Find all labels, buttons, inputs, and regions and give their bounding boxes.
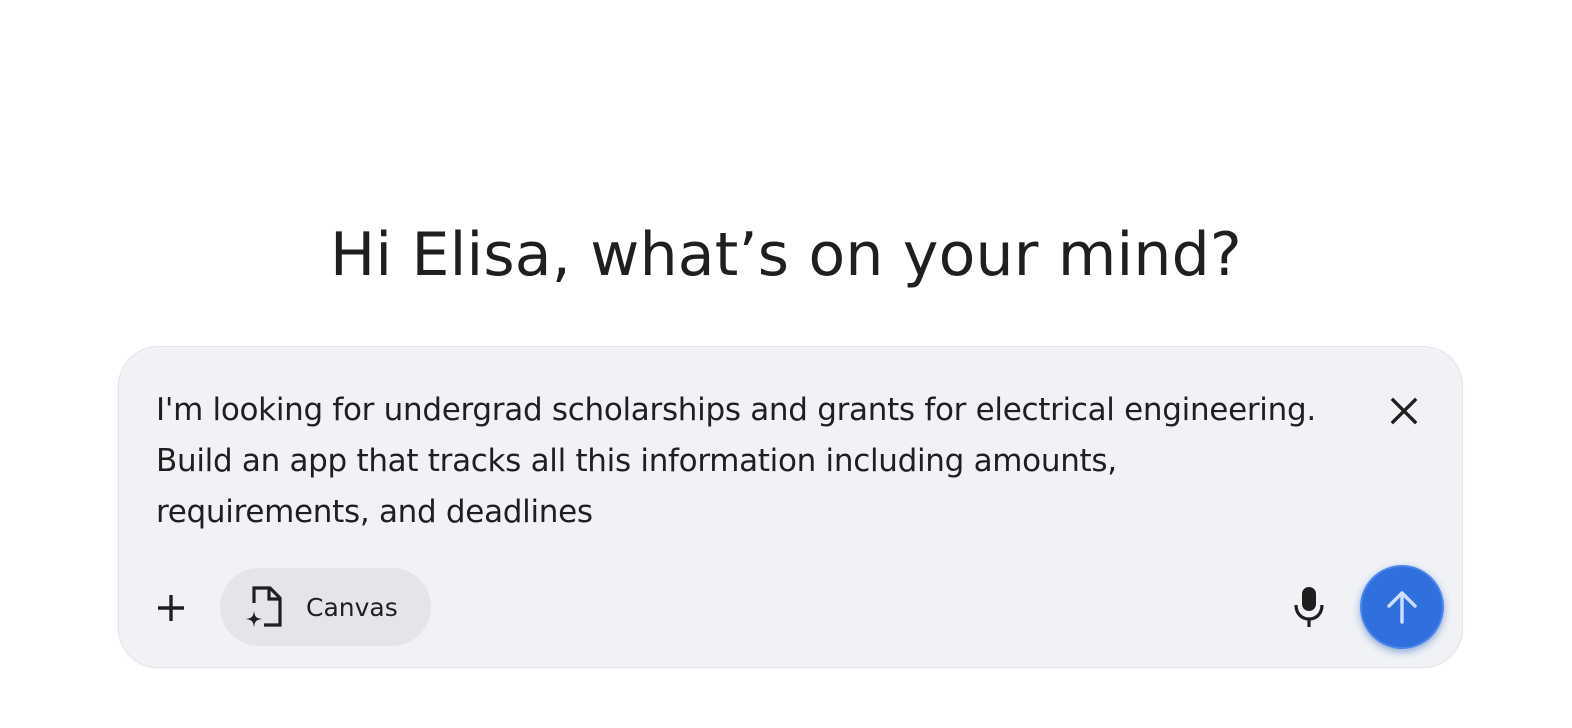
prompt-input[interactable]: I'm looking for undergrad scholarships a…	[156, 385, 1356, 538]
arrow-up-icon	[1387, 591, 1417, 624]
canvas-document-sparkle-icon	[244, 585, 286, 629]
voice-input-button[interactable]	[1287, 583, 1331, 631]
plus-icon	[158, 595, 184, 621]
send-button[interactable]	[1360, 565, 1444, 649]
page: Hi Elisa, what’s on your mind? I'm looki…	[0, 0, 1572, 728]
clear-prompt-button[interactable]	[1384, 391, 1424, 431]
greeting-heading: Hi Elisa, what’s on your mind?	[330, 220, 1242, 291]
add-attachment-button[interactable]	[149, 586, 193, 630]
close-icon	[1390, 397, 1418, 425]
composer-toolbar: Canvas	[119, 565, 1462, 649]
prompt-composer: I'm looking for undergrad scholarships a…	[118, 346, 1463, 668]
canvas-tool-chip[interactable]: Canvas	[220, 568, 431, 646]
microphone-icon	[1294, 587, 1324, 627]
canvas-chip-label: Canvas	[306, 592, 398, 622]
